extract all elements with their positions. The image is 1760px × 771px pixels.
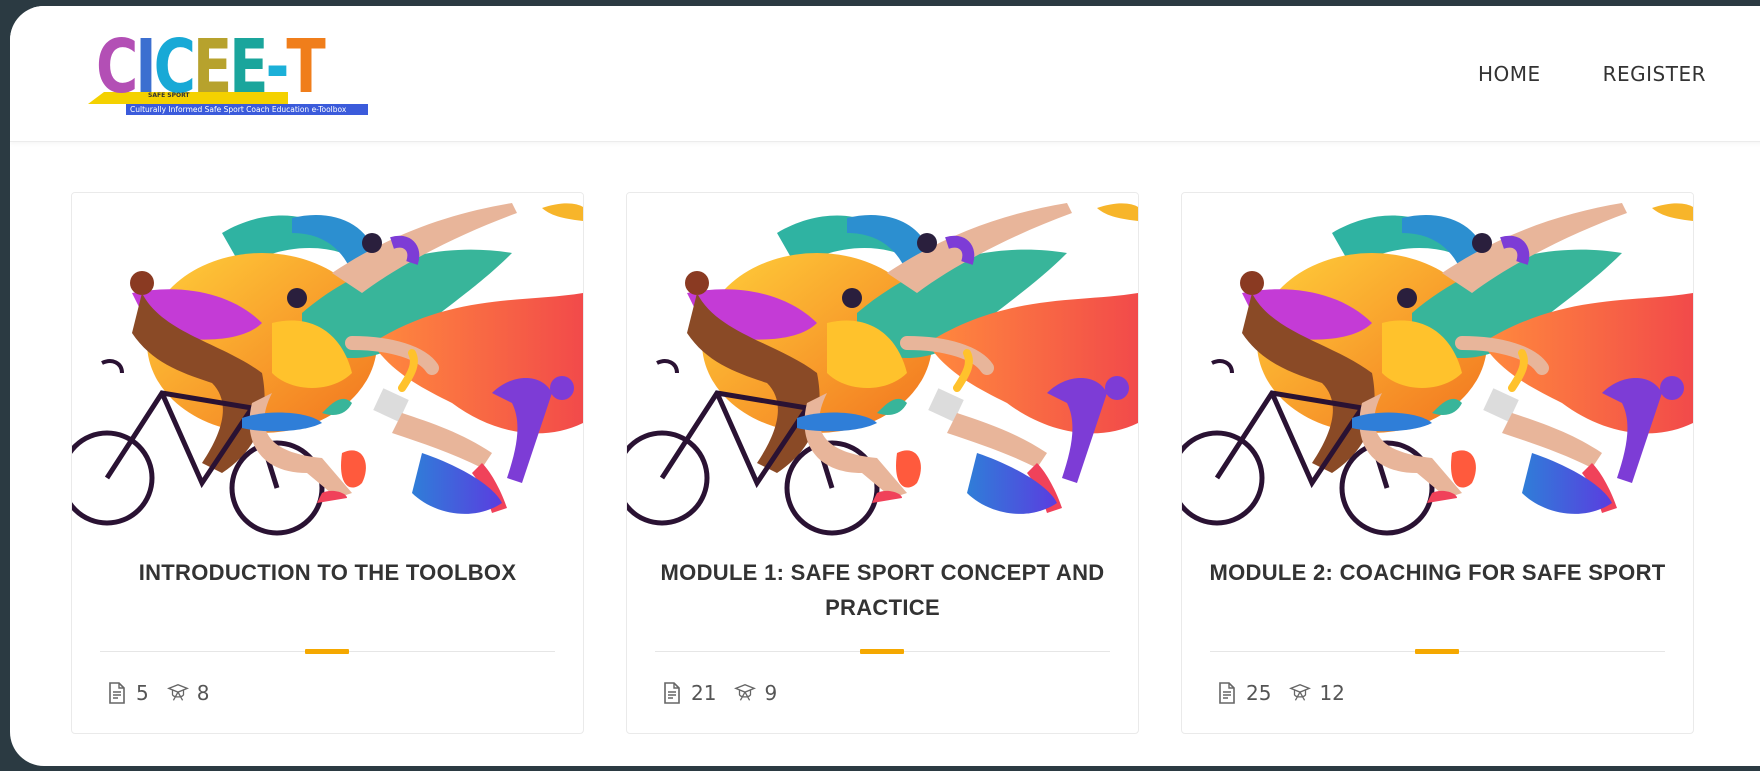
nav-home-link[interactable]: HOME: [1478, 62, 1541, 86]
graduation-cap-icon: [166, 684, 189, 701]
course-card[interactable]: MODULE 2: COACHING FOR SAFE SPORT 25 12: [1181, 192, 1694, 734]
logo-letter: -: [265, 24, 289, 110]
students-count: 9: [764, 681, 778, 705]
course-thumbnail[interactable]: [1182, 193, 1693, 538]
logo-safe-sport: SAFE SPORT: [148, 92, 190, 99]
graduation-cap-icon: [734, 684, 757, 701]
logo-tagline: Culturally Informed Safe Sport Coach Edu…: [130, 105, 347, 114]
card-accent-bar: [1415, 649, 1459, 654]
document-icon: [109, 682, 125, 704]
card-accent-bar: [860, 649, 904, 654]
graduation-cap-icon: [1289, 684, 1312, 701]
course-title[interactable]: INTRODUCTION TO THE TOOLBOX: [92, 555, 563, 590]
course-title[interactable]: MODULE 2: COACHING FOR SAFE SPORT: [1202, 555, 1673, 590]
course-thumbnail[interactable]: [627, 193, 1138, 538]
course-card[interactable]: INTRODUCTION TO THE TOOLBOX 5 8: [71, 192, 584, 734]
main-nav: HOME REGISTER: [1478, 62, 1706, 86]
course-meta: 5 8: [106, 681, 227, 705]
logo-letter: T: [286, 24, 325, 110]
browser-viewport: CICEE-T SAFE SPORT Culturally Informed S…: [10, 6, 1760, 766]
logo-letter: E: [229, 24, 268, 110]
students-count: 8: [196, 681, 210, 705]
site-header: CICEE-T SAFE SPORT Culturally Informed S…: [10, 6, 1760, 142]
course-title[interactable]: MODULE 1: SAFE SPORT CONCEPT AND PRACTIC…: [647, 555, 1118, 625]
lessons-count: 5: [136, 681, 149, 705]
students-count: 12: [1319, 681, 1345, 705]
course-meta: 21 9: [661, 681, 795, 705]
course-thumbnail[interactable]: [72, 193, 583, 538]
course-meta: 25 12: [1216, 681, 1363, 705]
sports-illustration: [1182, 193, 1693, 538]
document-icon: [664, 682, 680, 704]
sports-illustration: [627, 193, 1138, 538]
logo-letter: C: [96, 24, 138, 110]
logo-wordmark: CICEE-T: [96, 24, 326, 110]
site-logo[interactable]: CICEE-T SAFE SPORT Culturally Informed S…: [88, 30, 368, 120]
card-accent-bar: [305, 649, 349, 654]
lessons-count: 25: [1246, 681, 1272, 705]
document-icon: [1219, 682, 1235, 704]
course-card[interactable]: MODULE 1: SAFE SPORT CONCEPT AND PRACTIC…: [626, 192, 1139, 734]
sports-illustration: [72, 193, 583, 538]
logo-letter: E: [192, 24, 232, 110]
lessons-count: 21: [691, 681, 717, 705]
nav-register-link[interactable]: REGISTER: [1603, 62, 1706, 86]
